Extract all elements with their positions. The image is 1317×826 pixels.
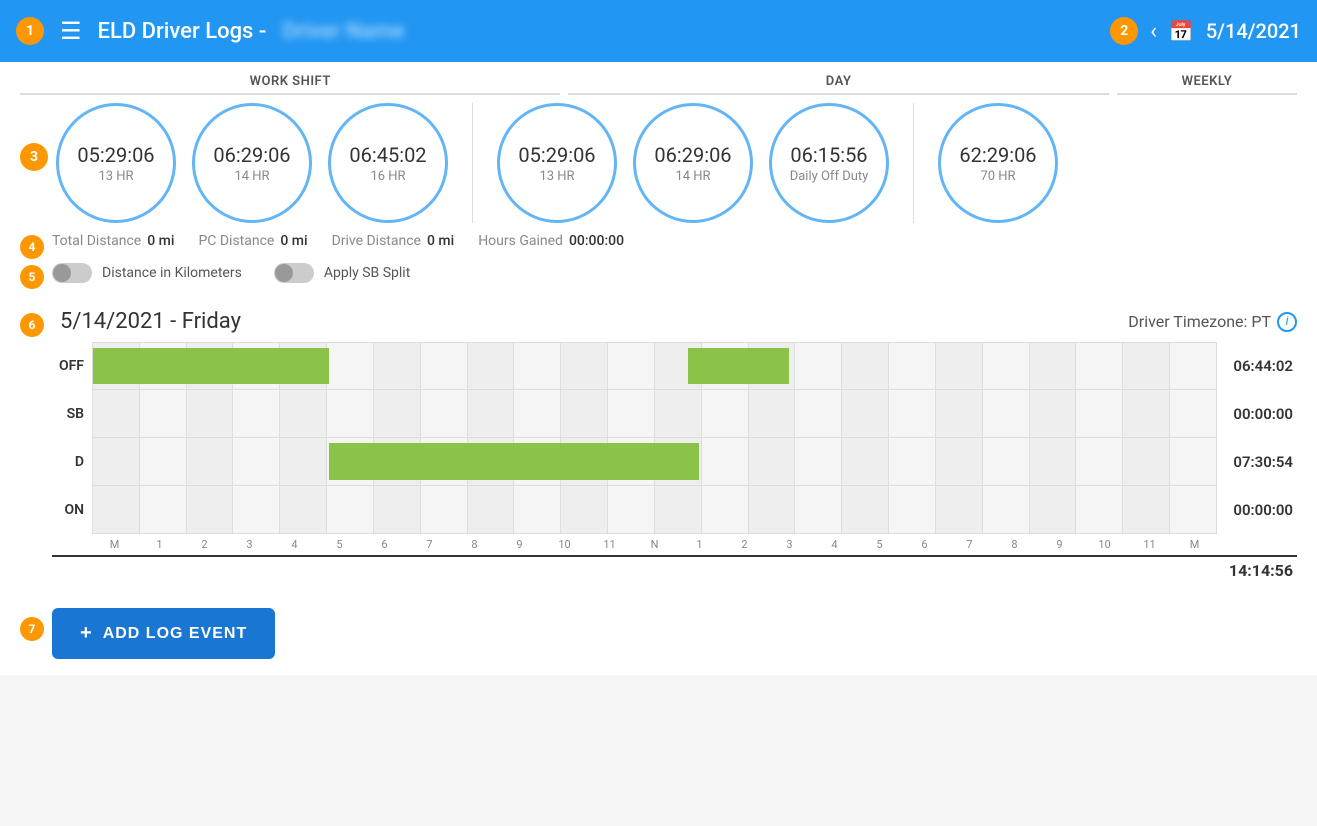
toggle-section: 5 Distance in Kilometers Apply SB Split	[20, 263, 1297, 299]
section-tabs: WORK SHIFT DAY WEEKLY	[20, 74, 1297, 95]
back-button[interactable]: ‹	[1150, 19, 1157, 44]
chart-value-off: 06:44:02	[1217, 342, 1297, 390]
chart-label-sb: SB	[52, 390, 92, 438]
add-log-section: 7 + ADD LOG EVENT	[20, 596, 1297, 659]
total-distance: Total Distance 0 mi	[52, 233, 174, 249]
circle-day2-label: 14 HR	[675, 169, 710, 184]
chart-value-on: 00:00:00	[1217, 486, 1297, 534]
circle-ws3-time: 06:45:02	[349, 143, 426, 167]
distance-section: 4 Total Distance 0 mi PC Distance 0 mi D…	[20, 233, 1297, 259]
add-log-button[interactable]: + ADD LOG EVENT	[52, 608, 275, 659]
circle-day2: 06:29:06 14 HR	[633, 103, 753, 223]
info-icon[interactable]: i	[1277, 312, 1297, 332]
pc-distance-label: PC Distance	[198, 233, 274, 249]
chart-value-sb: 00:00:00	[1217, 390, 1297, 438]
chart-content-d	[92, 438, 1217, 486]
chart-section: 6 5/14/2021 - Friday Driver Timezone: PT…	[20, 309, 1297, 592]
circle-day1: 05:29:06 13 HR	[497, 103, 617, 223]
step-badge-6: 6	[20, 313, 44, 337]
app-header: 1 ☰ ELD Driver Logs - Driver Name 2 ‹ 📅 …	[0, 0, 1317, 62]
total-distance-label: Total Distance	[52, 233, 141, 249]
chart-date: 5/14/2021 - Friday	[60, 309, 241, 334]
toggle-km-switch[interactable]	[52, 263, 92, 283]
header-date: 5/14/2021	[1206, 19, 1301, 43]
step-badge-4: 4	[20, 235, 44, 259]
chart-total-value: 14:14:56	[1213, 561, 1293, 580]
hours-gained-value: 00:00:00	[569, 233, 624, 249]
chart-header: 5/14/2021 - Friday Driver Timezone: PT i	[52, 309, 1297, 334]
chart-row-d: D	[52, 438, 1297, 486]
toggle-sb[interactable]: Apply SB Split	[274, 263, 410, 283]
circle-ws1: 05:29:06 13 HR	[56, 103, 176, 223]
circle-ws3-label: 16 HR	[370, 169, 405, 184]
circle-ws2-label: 14 HR	[234, 169, 269, 184]
chart-row-off: OFF	[52, 342, 1297, 390]
driver-name: Driver Name	[282, 19, 404, 44]
chart-row-sb: SB	[52, 390, 1297, 438]
hours-gained-label: Hours Gained	[478, 233, 563, 249]
step-badge-2: 2	[1110, 17, 1138, 45]
circle-wk1-label: 70 HR	[980, 169, 1015, 184]
add-log-label: ADD LOG EVENT	[103, 625, 248, 643]
hamburger-icon[interactable]: ☰	[60, 17, 82, 45]
chart-content-on	[92, 486, 1217, 534]
circle-ws3: 06:45:02 16 HR	[328, 103, 448, 223]
chart-value-d: 07:30:54	[1217, 438, 1297, 486]
circle-day3: 06:15:56 Daily Off Duty	[769, 103, 889, 223]
chart-label-off: OFF	[52, 342, 92, 390]
circle-wk1-time: 62:29:06	[959, 143, 1036, 167]
work-shift-circles: 05:29:06 13 HR 06:29:06 14 HR 06:45:02 1…	[56, 103, 448, 223]
step-badge-5: 5	[20, 265, 44, 289]
circle-ws2-time: 06:29:06	[213, 143, 290, 167]
tab-work-shift[interactable]: WORK SHIFT	[20, 74, 560, 95]
circle-day3-time: 06:15:56	[790, 143, 867, 167]
circle-day1-time: 05:29:06	[518, 143, 595, 167]
toggle-km-label: Distance in Kilometers	[102, 265, 242, 281]
app-title: ELD Driver Logs -	[98, 19, 267, 44]
toggle-km[interactable]: Distance in Kilometers	[52, 263, 242, 283]
chart-content-off	[92, 342, 1217, 390]
circle-ws1-label: 13 HR	[98, 169, 133, 184]
circle-day3-label: Daily Off Duty	[790, 169, 869, 184]
duty-chart: OFF	[52, 342, 1297, 580]
chart-label-d: D	[52, 438, 92, 486]
calendar-icon[interactable]: 📅	[1169, 19, 1194, 43]
circle-day1-label: 13 HR	[539, 169, 574, 184]
weekly-circles: 62:29:06 70 HR	[938, 103, 1058, 223]
tab-day[interactable]: DAY	[568, 74, 1108, 95]
circle-ws1-time: 05:29:06	[77, 143, 154, 167]
total-distance-value: 0 mi	[147, 233, 174, 249]
toggle-sb-switch[interactable]	[274, 263, 314, 283]
chart-content-sb	[92, 390, 1217, 438]
chart-xaxis: M 1 2 3 4 5 6 7 8 9 10 11 N 1 2 3 4	[52, 538, 1297, 551]
drive-distance-value: 0 mi	[427, 233, 454, 249]
drive-distance-label: Drive Distance	[332, 233, 421, 249]
day-circles: 05:29:06 13 HR 06:29:06 14 HR 06:15:56 D…	[497, 103, 889, 223]
pc-distance: PC Distance 0 mi	[198, 233, 307, 249]
circle-wk1: 62:29:06 70 HR	[938, 103, 1058, 223]
step-badge-3: 3	[20, 143, 48, 171]
drive-distance: Drive Distance 0 mi	[332, 233, 455, 249]
distance-row: Total Distance 0 mi PC Distance 0 mi Dri…	[52, 233, 624, 249]
pc-distance-value: 0 mi	[280, 233, 307, 249]
plus-icon: +	[80, 622, 93, 645]
chart-total-row: 14:14:56	[52, 555, 1297, 580]
toggle-km-knob	[53, 264, 71, 282]
chart-label-on: ON	[52, 486, 92, 534]
timezone-label: Driver Timezone: PT	[1128, 312, 1271, 331]
toggle-sb-knob	[275, 264, 293, 282]
circle-ws2: 06:29:06 14 HR	[192, 103, 312, 223]
chart-row-on: ON	[52, 486, 1297, 534]
hours-gained: Hours Gained 00:00:00	[478, 233, 624, 249]
step-badge-7: 7	[20, 617, 44, 641]
circle-day2-time: 06:29:06	[654, 143, 731, 167]
main-content: WORK SHIFT DAY WEEKLY 3 05:29:06 13 HR 0…	[0, 62, 1317, 675]
toggle-sb-label: Apply SB Split	[324, 265, 410, 281]
tab-weekly[interactable]: WEEKLY	[1117, 74, 1297, 95]
step-badge-1: 1	[16, 17, 44, 45]
